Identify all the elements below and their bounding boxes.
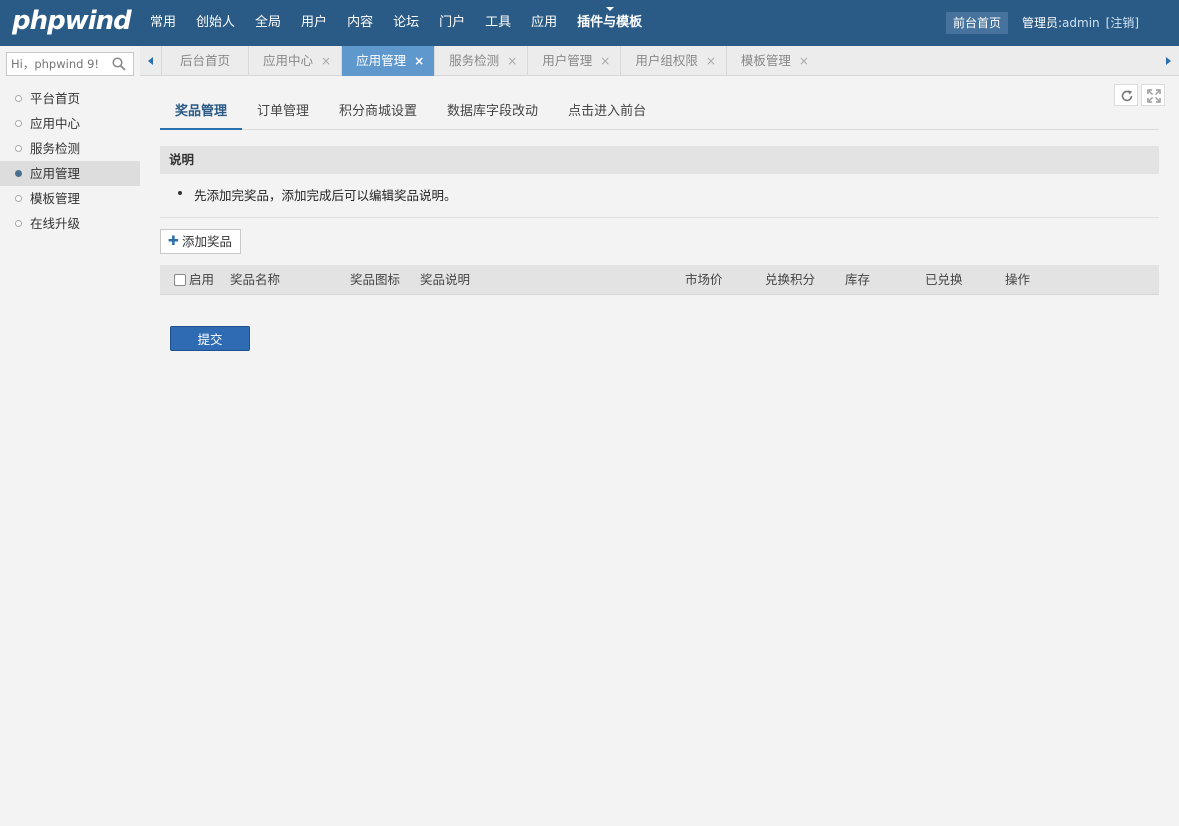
column-redeemed: 已兑换 — [925, 272, 963, 287]
sidebar-item-app-center[interactable]: 应用中心 — [0, 111, 140, 136]
close-icon[interactable]: × — [414, 46, 424, 76]
tab-label: 用户管理 — [542, 53, 593, 68]
tab-app-management[interactable]: 应用管理 × — [342, 46, 436, 76]
topnav-item-global[interactable]: 全局 — [245, 0, 291, 46]
subtab-order-management[interactable]: 订单管理 — [242, 100, 324, 130]
tab-label: 模板管理 — [740, 53, 791, 68]
topnav-item-users[interactable]: 用户 — [291, 0, 337, 46]
tab-template-management[interactable]: 模板管理 × — [727, 46, 819, 76]
plus-icon: ✚ — [168, 234, 179, 249]
tab-label: 后台首页 — [180, 53, 231, 68]
sidebar-item-label: 应用管理 — [30, 166, 81, 181]
topnav-item-portal[interactable]: 门户 — [429, 0, 475, 46]
sidebar: 平台首页 应用中心 服务检测 应用管理 模板管理 在线升级 — [0, 46, 140, 826]
phpwind-logo[interactable]: phpwind — [12, 6, 132, 36]
tab-usergroup-permissions[interactable]: 用户组权限 × — [621, 46, 727, 76]
subtab-points-mall-settings[interactable]: 积分商城设置 — [324, 100, 432, 130]
topnav-item-common[interactable]: 常用 — [140, 0, 186, 46]
topnav-item-content[interactable]: 内容 — [337, 0, 383, 46]
close-icon[interactable]: × — [600, 46, 610, 76]
sidebar-item-label: 平台首页 — [30, 91, 81, 106]
enable-all-checkbox[interactable] — [174, 274, 186, 286]
sidebar-item-template-management[interactable]: 模板管理 — [0, 186, 140, 211]
topnav-item-plugins-templates[interactable]: 插件与模板 — [567, 0, 652, 46]
logout-link[interactable]: [注销] — [1106, 16, 1139, 30]
sidebar-item-label: 服务检测 — [30, 141, 81, 156]
sidebar-item-platform-home[interactable]: 平台首页 — [0, 86, 140, 111]
note-item: 先添加完奖品，添加完成后可以编辑奖品说明。 — [194, 188, 457, 203]
topnav-item-label: 插件与模板 — [577, 15, 643, 30]
submit-button[interactable]: 提交 — [170, 326, 250, 351]
front-home-button[interactable]: 前台首页 — [946, 12, 1008, 34]
column-stock: 库存 — [845, 272, 871, 287]
bullet-icon — [15, 170, 22, 177]
column-actions: 操作 — [1005, 272, 1031, 287]
bullet-icon — [15, 220, 22, 227]
active-caret-icon — [605, 7, 614, 11]
tab-label: 服务检测 — [449, 53, 500, 68]
column-enable: 启用 — [189, 272, 215, 287]
note-body: 先添加完奖品，添加完成后可以编辑奖品说明。 — [160, 174, 1159, 218]
column-prize-description: 奖品说明 — [420, 272, 471, 287]
tab-user-management[interactable]: 用户管理 × — [528, 46, 622, 76]
page-tabs: 后台首页 应用中心 × 应用管理 × 服务检测 × 用户管理 × 用户组权限 × 模板管理… — [166, 46, 819, 76]
sidebar-item-label: 模板管理 — [30, 191, 81, 206]
subtab-prize-management[interactable]: 奖品管理 — [160, 100, 243, 130]
tab-admin-home[interactable]: 后台首页 — [166, 46, 250, 76]
top-navigation: 常用 创始人 全局 用户 内容 论坛 门户 工具 应用 插件与模板 — [140, 0, 652, 46]
close-icon[interactable]: × — [507, 46, 517, 76]
sidebar-item-app-management[interactable]: 应用管理 — [0, 161, 140, 186]
bullet-icon — [15, 120, 22, 127]
topnav-item-forum[interactable]: 论坛 — [383, 0, 429, 46]
close-icon[interactable]: × — [799, 46, 809, 76]
admin-info: 管理员:admin [注销] — [1022, 0, 1139, 46]
search-input[interactable] — [7, 53, 107, 75]
admin-username[interactable]: admin — [1062, 16, 1100, 30]
tabs-scroll-right-button[interactable] — [1157, 46, 1179, 76]
admin-label: 管理员: — [1022, 16, 1063, 30]
tab-label: 应用管理 — [356, 53, 407, 68]
close-icon[interactable]: × — [321, 46, 331, 76]
page-tab-strip: 后台首页 应用中心 × 应用管理 × 服务检测 × 用户管理 × 用户组权限 × 模板管理… — [140, 46, 1179, 76]
tabs-scroll-left-button[interactable] — [140, 46, 162, 76]
bullet-icon — [15, 195, 22, 202]
column-market-price: 市场价 — [685, 272, 723, 287]
tab-app-center[interactable]: 应用中心 × — [249, 46, 343, 76]
bullet-icon — [15, 95, 22, 102]
tab-service-check[interactable]: 服务检测 × — [435, 46, 529, 76]
sidebar-item-online-upgrade[interactable]: 在线升级 — [0, 211, 140, 236]
add-prize-label: 添加奖品 — [182, 234, 233, 249]
subtab-db-field-changes[interactable]: 数据库字段改动 — [432, 100, 553, 130]
tab-label: 用户组权限 — [635, 53, 698, 68]
sidebar-item-label: 在线升级 — [30, 216, 81, 231]
close-icon[interactable]: × — [706, 46, 716, 76]
prize-table-header: 启用 奖品名称 奖品图标 奖品说明 市场价 兑换积分 库存 已兑换 操作 — [160, 265, 1159, 295]
sub-navigation: 奖品管理 订单管理 积分商城设置 数据库字段改动 点击进入前台 — [160, 100, 1159, 130]
search-icon[interactable] — [112, 57, 126, 71]
bullet-icon — [15, 145, 22, 152]
topnav-item-founder[interactable]: 创始人 — [186, 0, 245, 46]
add-prize-button[interactable]: ✚ 添加奖品 — [160, 229, 241, 254]
subtab-enter-frontend[interactable]: 点击进入前台 — [553, 100, 661, 130]
topnav-item-apps[interactable]: 应用 — [521, 0, 567, 46]
column-prize-name: 奖品名称 — [230, 272, 281, 287]
column-prize-icon: 奖品图标 — [350, 272, 401, 287]
search-box — [6, 52, 134, 76]
column-exchange-points: 兑换积分 — [765, 272, 816, 287]
note-title: 说明 — [160, 146, 1159, 174]
sidebar-menu: 平台首页 应用中心 服务检测 应用管理 模板管理 在线升级 — [0, 86, 140, 236]
top-header-bar: phpwind 常用 创始人 全局 用户 内容 论坛 门户 工具 应用 插件与模… — [0, 0, 1179, 46]
main-content: 奖品管理 订单管理 积分商城设置 数据库字段改动 点击进入前台 说明 先添加完奖… — [140, 76, 1179, 826]
topnav-item-tools[interactable]: 工具 — [475, 0, 521, 46]
tab-label: 应用中心 — [263, 53, 314, 68]
bullet-icon — [178, 191, 182, 195]
sidebar-item-label: 应用中心 — [30, 116, 81, 131]
arrow-left-icon — [148, 57, 153, 65]
sidebar-item-service-check[interactable]: 服务检测 — [0, 136, 140, 161]
arrow-right-icon — [1166, 57, 1171, 65]
